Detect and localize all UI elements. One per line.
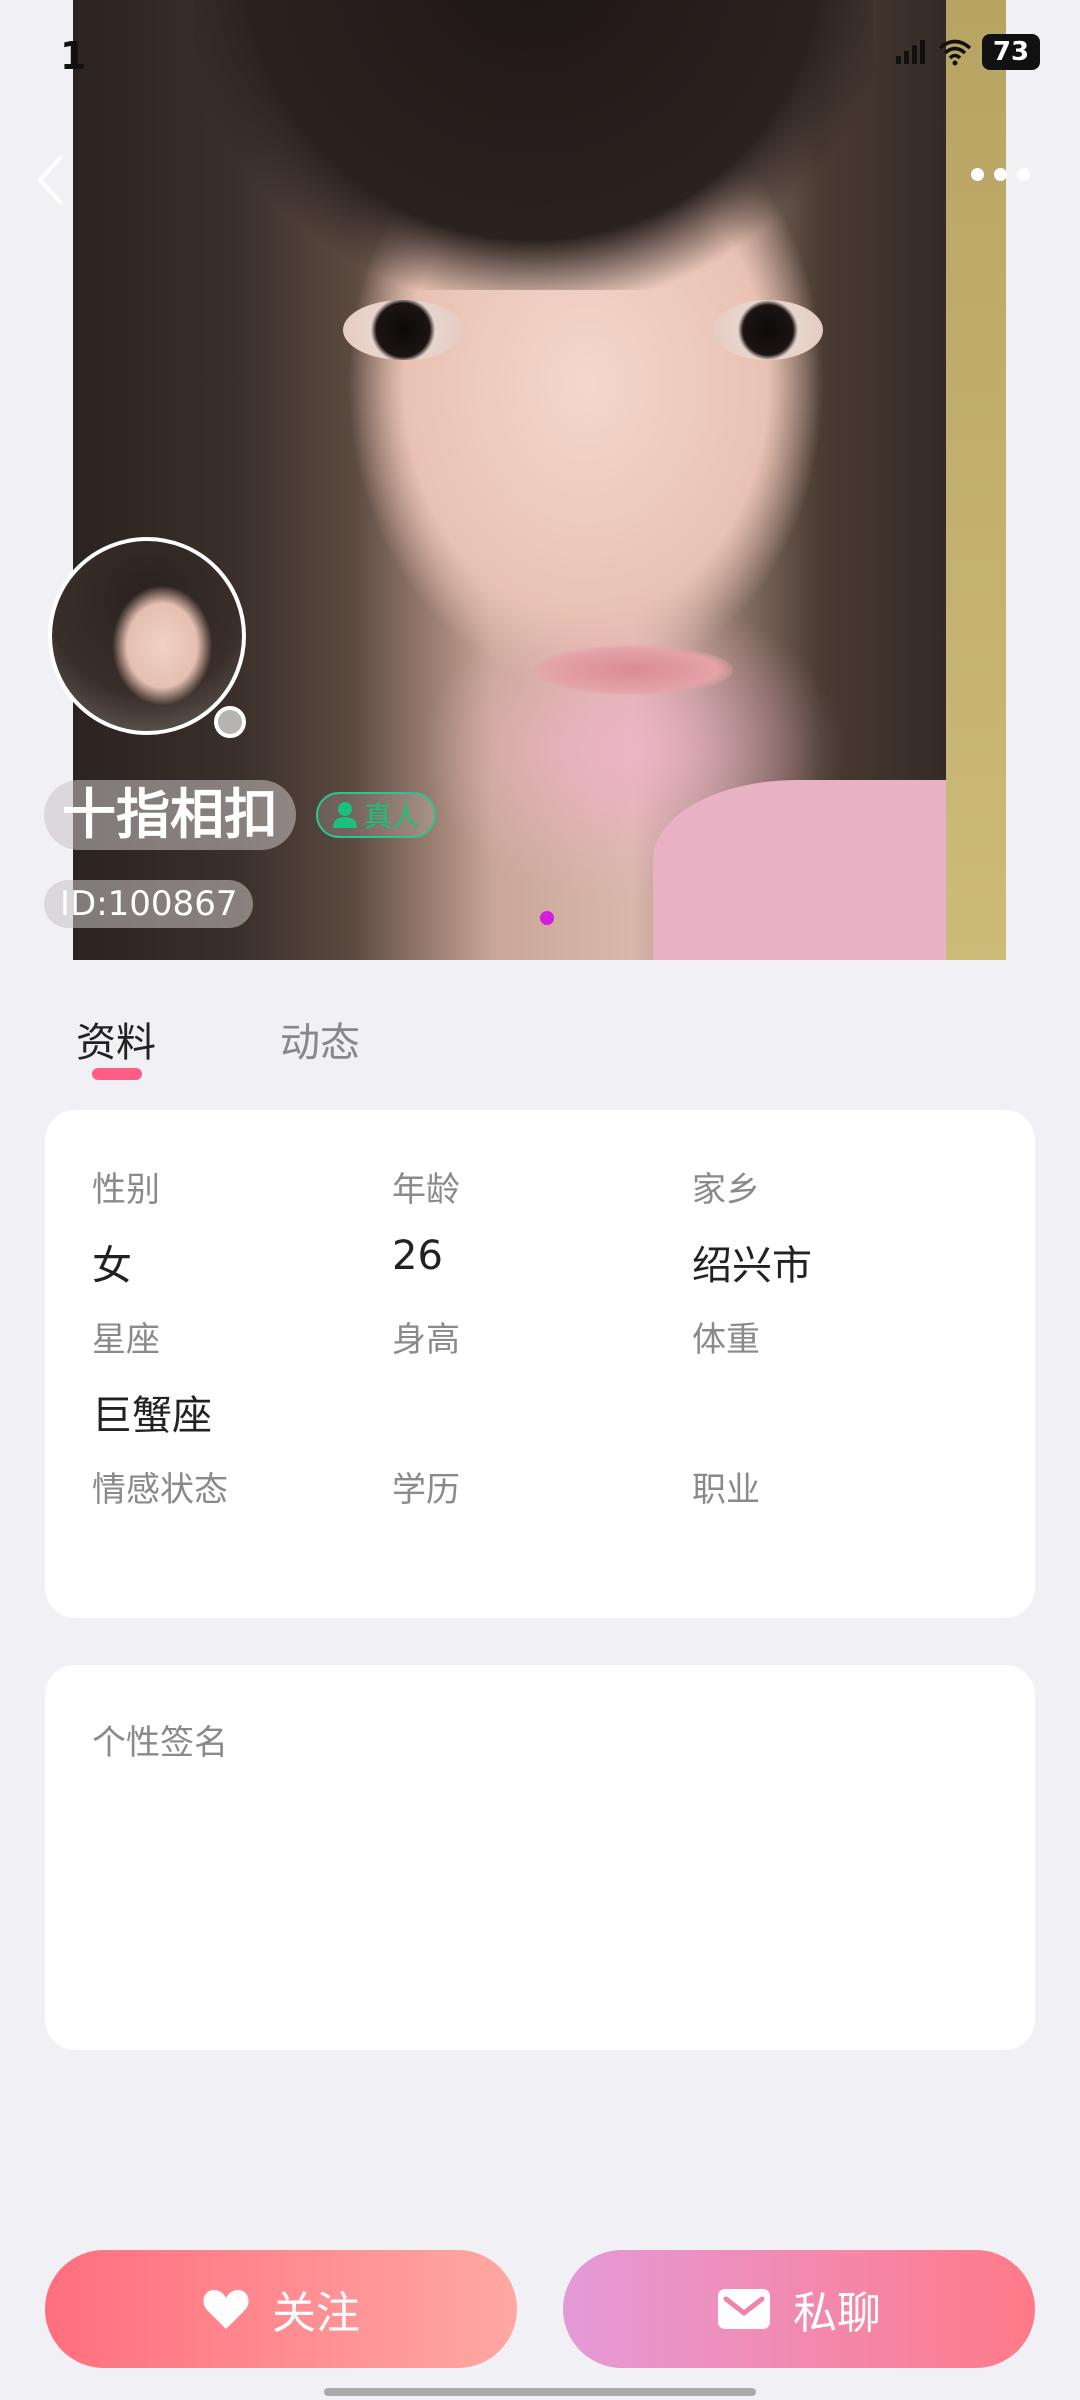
info-zodiac: 星座 巨蟹座 xyxy=(92,1312,212,1441)
tab-info[interactable]: 资料 xyxy=(76,1010,156,1068)
info-age: 年龄 26 xyxy=(392,1162,460,1279)
info-value: 巨蟹座 xyxy=(92,1393,212,1439)
info-label: 学历 xyxy=(392,1470,460,1510)
info-gender: 性别 女 xyxy=(92,1162,160,1291)
nickname: 十指相扣 xyxy=(44,780,296,850)
info-value: 女 xyxy=(92,1243,132,1289)
wifi-icon xyxy=(938,39,972,66)
info-height: 身高 xyxy=(392,1312,460,1383)
info-label: 星座 xyxy=(92,1320,160,1360)
verified-badge: 真人 xyxy=(316,792,437,838)
back-button[interactable] xyxy=(30,150,70,210)
info-label: 职业 xyxy=(692,1470,760,1510)
info-weight: 体重 xyxy=(692,1312,760,1383)
more-dot-icon xyxy=(994,168,1007,181)
info-hometown: 家乡 绍兴市 xyxy=(692,1162,812,1291)
info-label: 体重 xyxy=(692,1320,760,1360)
status-time: 1 xyxy=(60,34,87,78)
info-label: 年龄 xyxy=(392,1170,460,1210)
info-label: 情感状态 xyxy=(92,1470,228,1510)
more-dot-icon xyxy=(1017,168,1030,181)
battery-icon: 73 xyxy=(982,34,1040,70)
mail-icon xyxy=(718,2289,770,2329)
info-label: 性别 xyxy=(92,1170,160,1210)
signal-icon xyxy=(896,40,925,64)
avatar[interactable] xyxy=(48,537,246,735)
info-occupation: 职业 xyxy=(692,1462,760,1533)
signature-label: 个性签名 xyxy=(92,1723,228,1763)
info-relationship: 情感状态 xyxy=(92,1462,228,1533)
user-id: ID:100867 xyxy=(44,880,254,928)
profile-page: 1 73 十指相扣 真人 ID:100867 资料 动态 性别 女 年龄 26 … xyxy=(0,0,1080,2400)
tab-moments[interactable]: 动态 xyxy=(280,1010,360,1068)
chat-label: 私聊 xyxy=(793,2288,881,2339)
carousel-indicator-dot xyxy=(540,911,554,925)
info-education: 学历 xyxy=(392,1462,460,1533)
private-chat-button[interactable]: 私聊 xyxy=(563,2250,1035,2368)
info-label: 身高 xyxy=(392,1320,460,1360)
signature-card: 个性签名 xyxy=(45,1665,1035,2050)
follow-button[interactable]: 关注 xyxy=(45,2250,517,2368)
active-tab-indicator xyxy=(92,1068,142,1080)
follow-label: 关注 xyxy=(272,2288,360,2339)
online-status-dot xyxy=(214,706,246,738)
info-value: 绍兴市 xyxy=(692,1243,812,1289)
verified-label: 真人 xyxy=(364,800,421,833)
more-options-button[interactable] xyxy=(971,168,1030,181)
info-value: 26 xyxy=(392,1233,443,1279)
person-icon xyxy=(333,802,357,828)
more-dot-icon xyxy=(971,168,984,181)
status-icons: 73 xyxy=(894,34,1040,70)
profile-info-card: 性别 女 年龄 26 家乡 绍兴市 星座 巨蟹座 身高 体重 情感状态 学历 职… xyxy=(45,1110,1035,1618)
heart-icon xyxy=(203,2290,249,2329)
info-label: 家乡 xyxy=(692,1170,760,1210)
home-indicator[interactable] xyxy=(324,2388,756,2396)
